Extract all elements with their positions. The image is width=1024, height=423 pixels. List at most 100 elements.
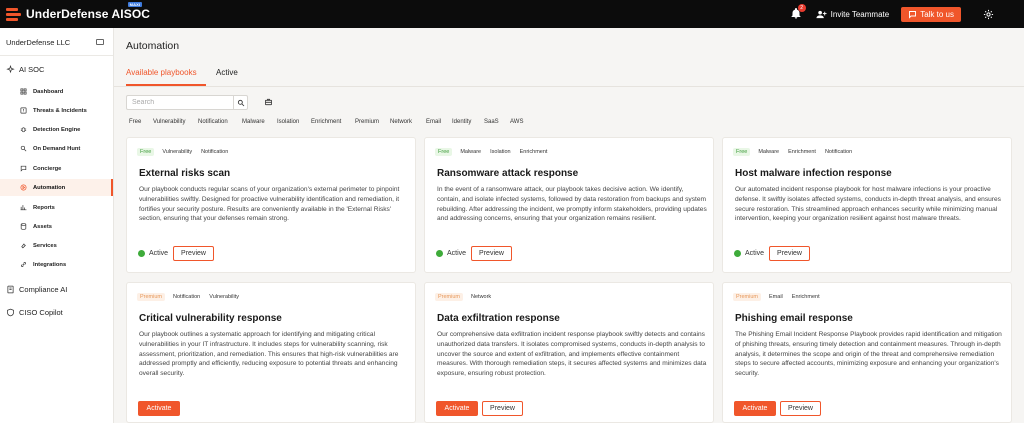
- active-dot-icon: [138, 250, 145, 257]
- sidebar: UnderDefense LLC AI SOC Dashboard Threat…: [0, 28, 114, 423]
- brand-badge: MAXI: [127, 2, 143, 7]
- filter-aws[interactable]: AWS: [510, 119, 523, 125]
- briefcase-icon[interactable]: [264, 98, 273, 106]
- playbook-card-data-exfiltration[interactable]: Premium Network Data exfiltration respon…: [424, 282, 714, 423]
- search-input[interactable]: [127, 96, 234, 109]
- top-bar: UnderDefense AISOC MAXI 2 Invite Teammat…: [0, 0, 1024, 28]
- status-indicator: Active: [138, 250, 168, 257]
- active-dot-icon: [436, 250, 443, 257]
- filter-notification[interactable]: Notification: [198, 119, 228, 125]
- tag: Notification: [824, 149, 853, 155]
- page-title: Automation: [126, 40, 180, 52]
- talk-label: Talk to us: [920, 9, 954, 19]
- filter-enrichment[interactable]: Enrichment: [311, 119, 341, 125]
- tag-premium: Premium: [137, 293, 166, 301]
- card-title: External risks scan: [139, 168, 231, 179]
- tab-available-playbooks[interactable]: Available playbooks: [126, 68, 197, 77]
- filter-isolation[interactable]: Isolation: [277, 119, 299, 125]
- sidebar-item-integrations[interactable]: Integrations: [0, 256, 113, 273]
- activate-button[interactable]: Activate: [436, 401, 478, 416]
- sidebar-item-automation[interactable]: Automation: [0, 179, 113, 196]
- card-title: Critical vulnerability response: [139, 313, 282, 324]
- sidebar-item-concierge[interactable]: Concierge: [0, 160, 113, 177]
- card-description: The Phishing Email Incident Response Pla…: [735, 331, 1002, 378]
- card-description: In the event of a ransomware attack, our…: [437, 186, 707, 223]
- alert-icon: [20, 107, 27, 114]
- brand-name: UnderDefense AISOC MAXI: [26, 2, 151, 21]
- playbook-card-external-risks[interactable]: Free Vulnerability Notification External…: [126, 137, 416, 273]
- brand-logo[interactable]: UnderDefense AISOC MAXI: [6, 2, 151, 21]
- bar-chart-icon: [20, 205, 27, 211]
- playbook-card-critical-vulnerability[interactable]: Premium Notification Vulnerability Criti…: [126, 282, 416, 423]
- card-description: Our comprehensive data exfiltration inci…: [437, 331, 707, 378]
- bug-icon: [20, 127, 27, 133]
- filter-network[interactable]: Network: [390, 119, 412, 125]
- divider: [114, 86, 1024, 87]
- filter-free[interactable]: Free: [129, 119, 141, 125]
- tag: Enrichment: [791, 294, 820, 300]
- preview-button[interactable]: Preview: [471, 246, 512, 261]
- tag: Notification: [201, 149, 229, 155]
- chat-icon: [20, 165, 27, 172]
- active-dot-icon: [734, 250, 741, 257]
- brand-mark-icon: [6, 7, 22, 21]
- play-icon: [20, 184, 27, 191]
- grid-icon: [20, 88, 27, 95]
- tag: Malware: [758, 149, 780, 155]
- filter-identity[interactable]: Identity: [452, 119, 471, 125]
- filter-saas[interactable]: SaaS: [484, 119, 499, 125]
- tag: Malware: [460, 149, 482, 155]
- filter-malware[interactable]: Malware: [242, 119, 265, 125]
- preview-button[interactable]: Preview: [769, 246, 810, 261]
- section-ai-soc[interactable]: AI SOC: [6, 65, 44, 74]
- database-icon: [20, 223, 27, 230]
- sidebar-item-reports[interactable]: Reports: [0, 199, 113, 216]
- sidebar-item-threats[interactable]: Threats & Incidents: [0, 102, 113, 119]
- filter-email[interactable]: Email: [426, 119, 441, 125]
- sidebar-item-services[interactable]: Services: [0, 237, 113, 254]
- link-icon: [21, 262, 26, 267]
- section-compliance[interactable]: Compliance AI: [6, 285, 67, 294]
- chat-icon: [909, 10, 917, 19]
- playbook-card-ransomware[interactable]: Free Malware Isolation Enrichment Ransom…: [424, 137, 714, 273]
- preview-button[interactable]: Preview: [173, 246, 214, 261]
- sparkle-icon: [6, 65, 15, 74]
- card-title: Data exfiltration response: [437, 313, 560, 324]
- tag-free: Free: [137, 148, 155, 156]
- tab-active[interactable]: Active: [216, 68, 238, 77]
- org-name[interactable]: UnderDefense LLC: [6, 38, 70, 47]
- card-description: Our playbook outlines a systematic appro…: [139, 331, 399, 378]
- invite-label: Invite Teammate: [830, 9, 890, 19]
- filter-vulnerability[interactable]: Vulnerability: [153, 119, 185, 125]
- playbook-card-phishing-email[interactable]: Premium Email Enrichment Phishing email …: [722, 282, 1012, 423]
- card-description: Our automated incident response playbook…: [735, 186, 1001, 223]
- activate-button[interactable]: Activate: [734, 401, 776, 416]
- tag-premium: Premium: [435, 293, 464, 301]
- sidebar-item-dashboard[interactable]: Dashboard: [0, 83, 113, 100]
- sidebar-item-detection[interactable]: Detection Engine: [0, 121, 113, 138]
- tag-free: Free: [733, 148, 751, 156]
- notifications-button[interactable]: 2: [790, 4, 806, 21]
- notification-count-badge: 2: [797, 4, 806, 12]
- add-user-icon: [816, 10, 827, 18]
- preview-button[interactable]: Preview: [482, 401, 523, 416]
- org-switch-icon[interactable]: [96, 39, 104, 45]
- tag: Notification: [173, 294, 201, 300]
- activate-button[interactable]: Activate: [138, 401, 180, 416]
- search-icon: [20, 145, 27, 152]
- section-ciso[interactable]: CISO Copilot: [6, 308, 63, 317]
- preview-button[interactable]: Preview: [780, 401, 821, 416]
- gear-icon[interactable]: [983, 9, 994, 20]
- tag-free: Free: [435, 148, 453, 156]
- search-box: [126, 95, 248, 110]
- shield-icon: [7, 308, 14, 317]
- tag: Network: [471, 294, 492, 300]
- invite-teammate-button[interactable]: Invite Teammate: [816, 9, 890, 20]
- search-button[interactable]: [233, 96, 247, 109]
- playbook-card-host-malware[interactable]: Free Malware Enrichment Notification Hos…: [722, 137, 1012, 273]
- sidebar-item-hunt[interactable]: On Demand Hunt: [0, 140, 113, 157]
- filter-premium[interactable]: Premium: [355, 119, 379, 125]
- wrench-icon: [21, 243, 26, 249]
- talk-to-us-button[interactable]: Talk to us: [901, 6, 961, 22]
- sidebar-item-assets[interactable]: Assets: [0, 218, 113, 235]
